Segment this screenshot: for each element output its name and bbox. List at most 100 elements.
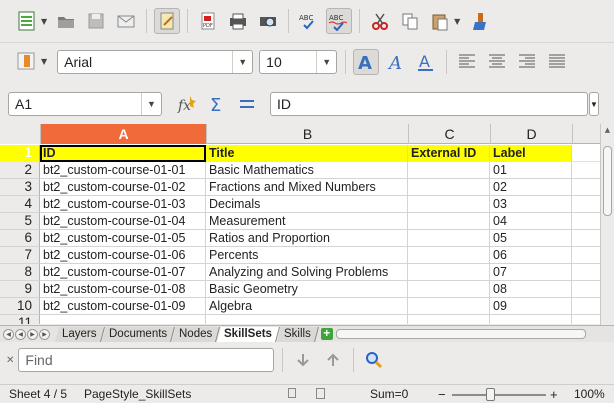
table-cell[interactable]: 02 [490, 179, 572, 196]
sum-display[interactable]: Sum=0 [370, 387, 408, 401]
save-icon[interactable] [83, 8, 109, 34]
first-sheet-icon[interactable]: ◀ [3, 328, 14, 340]
new-icon[interactable] [14, 8, 40, 34]
table-cell[interactable]: Ratios and Proportion [206, 230, 408, 247]
function-wizard-icon[interactable]: fx [174, 91, 200, 117]
paste-icon[interactable] [427, 8, 453, 34]
vertical-scrollbar[interactable]: ▲ [600, 124, 614, 329]
sheet-tab[interactable]: SkillSets [216, 326, 280, 342]
table-cell[interactable]: External ID [408, 145, 490, 162]
table-cell[interactable] [572, 230, 602, 247]
row-header[interactable]: 1 [0, 145, 40, 162]
table-cell[interactable]: bt2_custom-course-01-03 [40, 196, 206, 213]
table-cell[interactable]: 04 [490, 213, 572, 230]
table-cell[interactable]: 05 [490, 230, 572, 247]
clone-format-icon[interactable] [466, 8, 492, 34]
prev-sheet-icon[interactable]: ◀ [15, 328, 26, 340]
table-cell[interactable] [572, 145, 602, 162]
expand-formula-icon[interactable]: ▼ [589, 92, 599, 116]
row-header[interactable]: 10 [0, 298, 40, 315]
underline-icon[interactable]: A [413, 49, 439, 75]
table-cell[interactable]: Algebra [206, 298, 408, 315]
table-cell[interactable] [572, 179, 602, 196]
table-cell[interactable]: Percents [206, 247, 408, 264]
table-cell[interactable]: Fractions and Mixed Numbers [206, 179, 408, 196]
print-icon[interactable] [225, 8, 251, 34]
sheet-tab[interactable]: Layers [54, 326, 105, 342]
vertical-scroll-thumb[interactable] [603, 146, 612, 216]
table-cell[interactable]: bt2_custom-course-01-07 [40, 264, 206, 281]
table-cell[interactable] [572, 315, 602, 324]
font-name-combo[interactable]: Arial ▼ [57, 49, 254, 74]
find-input[interactable]: Find [18, 348, 275, 372]
table-cell[interactable]: bt2_custom-course-01-04 [40, 213, 206, 230]
table-cell[interactable] [490, 315, 572, 324]
row-header[interactable]: 3 [0, 179, 40, 196]
find-previous-icon[interactable] [320, 347, 346, 373]
row-header[interactable]: 4 [0, 196, 40, 213]
table-cell[interactable]: 09 [490, 298, 572, 315]
table-cell[interactable]: bt2_custom-course-01-09 [40, 298, 206, 315]
table-cell[interactable]: Basic Geometry [206, 281, 408, 298]
table-cell[interactable] [572, 281, 602, 298]
italic-icon[interactable]: A [383, 49, 409, 75]
table-cell[interactable] [408, 213, 490, 230]
table-cell[interactable]: 01 [490, 162, 572, 179]
zoom-in-icon[interactable]: + [550, 387, 558, 402]
chevron-down-icon[interactable]: ▼ [141, 93, 161, 115]
table-cell[interactable] [40, 315, 206, 324]
page-style[interactable]: PageStyle_SkillSets [84, 387, 191, 401]
column-header-e[interactable] [573, 124, 603, 144]
align-right-icon[interactable] [514, 49, 540, 75]
bold-icon[interactable]: A [353, 48, 380, 75]
table-cell[interactable]: Analyzing and Solving Problems [206, 264, 408, 281]
find-next-icon[interactable] [290, 347, 316, 373]
styles-dropdown-icon[interactable]: ▼ [41, 57, 47, 66]
styles-icon[interactable] [14, 49, 40, 75]
find-replace-icon[interactable] [361, 347, 387, 373]
row-header[interactable]: 9 [0, 281, 40, 298]
table-cell[interactable]: 03 [490, 196, 572, 213]
select-all-corner[interactable] [0, 124, 41, 144]
horizontal-scroll-thumb[interactable] [336, 329, 586, 339]
next-sheet-icon[interactable]: ▶ [27, 328, 38, 340]
selection-mode-icon[interactable] [288, 388, 296, 398]
table-cell[interactable]: bt2_custom-course-01-02 [40, 179, 206, 196]
zoom-out-icon[interactable]: − [438, 387, 446, 402]
close-find-icon[interactable]: ✕ [6, 355, 14, 366]
sum-icon[interactable]: Σ [204, 91, 230, 117]
row-header[interactable]: 8 [0, 264, 40, 281]
zoom-slider-handle[interactable] [486, 388, 495, 401]
table-cell[interactable] [572, 298, 602, 315]
table-cell[interactable]: Measurement [206, 213, 408, 230]
formula-icon[interactable] [234, 91, 260, 117]
table-cell[interactable] [408, 298, 490, 315]
table-cell[interactable] [572, 213, 602, 230]
new-dropdown-icon[interactable]: ▼ [41, 17, 47, 26]
row-header[interactable]: 11 [0, 315, 40, 324]
spreadsheet-grid[interactable]: A B C D 1 ID Title External ID Label 2 bt2_cus… [0, 124, 614, 324]
table-cell[interactable]: 08 [490, 281, 572, 298]
copy-icon[interactable] [397, 8, 423, 34]
row-header[interactable]: 7 [0, 247, 40, 264]
table-cell[interactable]: Basic Mathematics [206, 162, 408, 179]
zoom-level[interactable]: 100% [574, 387, 605, 401]
row-header[interactable]: 5 [0, 213, 40, 230]
column-header-b[interactable]: B [207, 124, 409, 144]
table-cell[interactable]: bt2_custom-course-01-06 [40, 247, 206, 264]
justify-icon[interactable] [544, 49, 570, 75]
cut-icon[interactable] [367, 8, 393, 34]
align-left-icon[interactable] [454, 49, 480, 75]
table-cell[interactable] [572, 264, 602, 281]
spellcheck-icon[interactable]: ABC [296, 8, 322, 34]
name-box[interactable]: A1 ▼ [8, 92, 162, 116]
row-header[interactable]: 6 [0, 230, 40, 247]
table-cell[interactable] [572, 196, 602, 213]
table-cell[interactable]: 07 [490, 264, 572, 281]
table-cell[interactable] [572, 162, 602, 179]
table-cell[interactable]: 06 [490, 247, 572, 264]
table-cell[interactable] [572, 247, 602, 264]
export-pdf-icon[interactable]: PDF [195, 8, 221, 34]
table-cell[interactable] [206, 315, 408, 324]
table-cell[interactable]: bt2_custom-course-01-05 [40, 230, 206, 247]
